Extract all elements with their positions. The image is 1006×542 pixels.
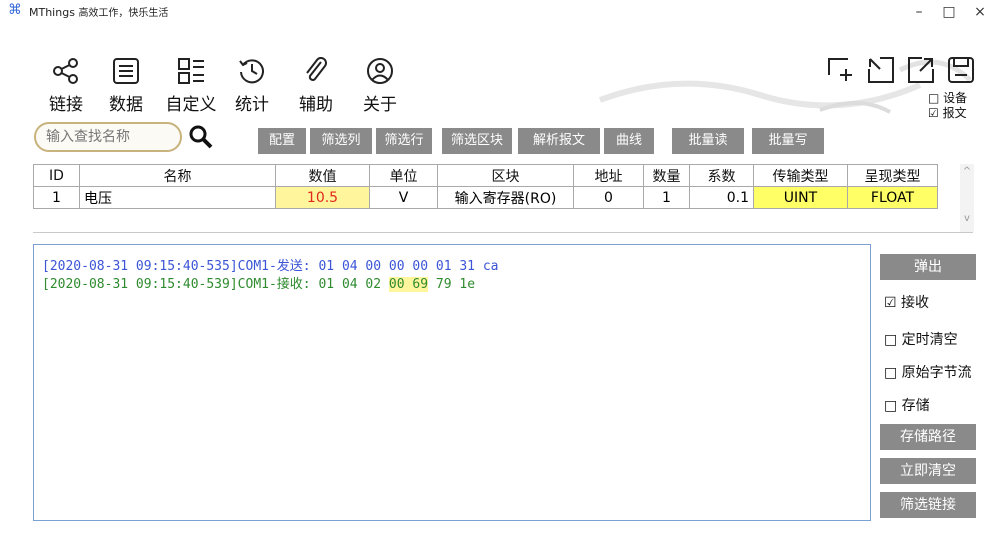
custom-list-icon xyxy=(156,50,226,86)
app-title: MThings 高效工作，快乐生活 xyxy=(29,6,169,19)
receive-checkbox[interactable]: ☑ 接收 xyxy=(884,292,929,312)
import-icon[interactable] xyxy=(866,55,896,85)
col-header-display-type[interactable]: 呈现类型 xyxy=(847,164,938,187)
app-logo-icon: ⌘ xyxy=(8,2,22,18)
col-header-transfer-type[interactable]: 传输类型 xyxy=(753,164,848,187)
close-button[interactable]: × xyxy=(961,0,999,24)
curve-button[interactable]: 曲线 xyxy=(604,128,654,154)
nav-link-label: 链接 xyxy=(49,95,83,115)
log-recv-prefix: [2020-08-31 09:15:40-539]COM1-接收: xyxy=(42,277,319,292)
batch-write-button[interactable]: 批量写 xyxy=(752,128,824,154)
col-header-value[interactable]: 数值 xyxy=(275,164,370,187)
cell-transfer-type[interactable]: UINT xyxy=(753,186,848,209)
nav-assist-button[interactable]: 辅助 xyxy=(286,50,346,120)
log-recv-data-b: 79 1e xyxy=(428,277,476,292)
cell-unit: V xyxy=(369,186,438,209)
cell-value[interactable]: 10.5 xyxy=(275,186,370,209)
log-send-data: 01 04 00 00 00 01 31 ca xyxy=(318,259,499,274)
col-header-name[interactable]: 名称 xyxy=(79,164,276,187)
col-header-id[interactable]: ID xyxy=(33,164,80,187)
filter-rows-button[interactable]: 筛选行 xyxy=(376,128,432,154)
table-scrollbar[interactable]: ^ v xyxy=(960,164,974,232)
col-header-factor[interactable]: 系数 xyxy=(689,164,754,187)
cell-name: 电压 xyxy=(79,186,276,209)
nav-stats-label: 统计 xyxy=(235,95,269,115)
paperclip-icon xyxy=(286,50,346,86)
cell-count: 1 xyxy=(643,186,690,209)
timed-clear-checkbox[interactable]: □ 定时清空 xyxy=(884,329,958,349)
log-send-prefix: [2020-08-31 09:15:40-535]COM1-发送: xyxy=(42,259,319,274)
nav-link-button[interactable]: 链接 xyxy=(36,50,96,120)
table-row[interactable]: 1 电压 10.5 V 输入寄存器(RO) 0 1 0.1 UINT FLOAT xyxy=(33,186,938,209)
col-header-address[interactable]: 地址 xyxy=(573,164,644,187)
cell-address: 0 xyxy=(573,186,644,209)
clear-now-button[interactable]: 立即清空 xyxy=(880,458,976,484)
log-recv-highlight: 00 69 xyxy=(388,277,429,292)
store-checkbox[interactable]: □ 存储 xyxy=(884,395,930,415)
nav-data-button[interactable]: 数据 xyxy=(96,50,156,120)
nav-assist-label: 辅助 xyxy=(299,95,333,115)
table-header-row: ID 名称 数值 单位 区块 地址 数量 系数 传输类型 呈现类型 xyxy=(33,164,938,187)
col-header-count[interactable]: 数量 xyxy=(643,164,690,187)
save-icon[interactable] xyxy=(946,55,976,85)
share-icon xyxy=(36,50,96,86)
nav-stats-button[interactable]: 统计 xyxy=(222,50,282,120)
popup-button[interactable]: 弹出 xyxy=(880,254,976,280)
title-bar: ⌘ MThings 高效工作，快乐生活 – □ × xyxy=(0,0,1006,24)
nav-about-button[interactable]: 关于 xyxy=(350,50,410,120)
data-table: ID 名称 数值 单位 区块 地址 数量 系数 传输类型 呈现类型 1 电压 1… xyxy=(33,164,938,209)
filter-blocks-button[interactable]: 筛选区块 xyxy=(442,128,512,154)
cell-id: 1 xyxy=(33,186,80,209)
cell-block: 输入寄存器(RO) xyxy=(437,186,574,209)
table-bottom-divider xyxy=(33,232,973,233)
store-path-button[interactable]: 存储路径 xyxy=(880,424,976,450)
scroll-down-icon[interactable]: v xyxy=(960,213,974,224)
parse-message-button[interactable]: 解析报文 xyxy=(518,128,600,154)
add-window-icon[interactable] xyxy=(826,55,856,85)
nav-data-label: 数据 xyxy=(109,95,143,115)
batch-read-button[interactable]: 批量读 xyxy=(672,128,744,154)
cell-display-type[interactable]: FLOAT xyxy=(847,186,938,209)
col-header-unit[interactable]: 单位 xyxy=(369,164,438,187)
nav-custom-button[interactable]: 自定义 xyxy=(156,50,226,120)
nav-custom-label: 自定义 xyxy=(165,95,217,115)
search-icon[interactable] xyxy=(188,124,214,150)
history-icon xyxy=(222,50,282,86)
config-button[interactable]: 配置 xyxy=(258,128,306,154)
filter-link-button[interactable]: 筛选链接 xyxy=(880,492,976,518)
log-recv-data-a: 01 04 02 xyxy=(318,277,389,292)
nav-about-label: 关于 xyxy=(363,95,397,115)
user-icon xyxy=(350,50,410,86)
show-message-checkbox[interactable]: ☑ 报文 xyxy=(928,104,967,121)
filter-columns-button[interactable]: 筛选列 xyxy=(310,128,372,154)
log-line-send: [2020-08-31 09:15:40-535]COM1-发送: 01 04 … xyxy=(42,255,498,274)
search-input[interactable]: 输入查找名称 xyxy=(34,122,182,152)
raw-stream-checkbox[interactable]: □ 原始字节流 xyxy=(884,362,972,382)
message-log[interactable]: [2020-08-31 09:15:40-535]COM1-发送: 01 04 … xyxy=(33,244,871,521)
list-icon xyxy=(96,50,156,86)
export-icon[interactable] xyxy=(906,55,936,85)
col-header-block[interactable]: 区块 xyxy=(437,164,574,187)
scroll-up-icon[interactable]: ^ xyxy=(960,166,974,177)
cell-factor: 0.1 xyxy=(689,186,754,209)
log-line-receive: [2020-08-31 09:15:40-539]COM1-接收: 01 04 … xyxy=(42,273,475,292)
